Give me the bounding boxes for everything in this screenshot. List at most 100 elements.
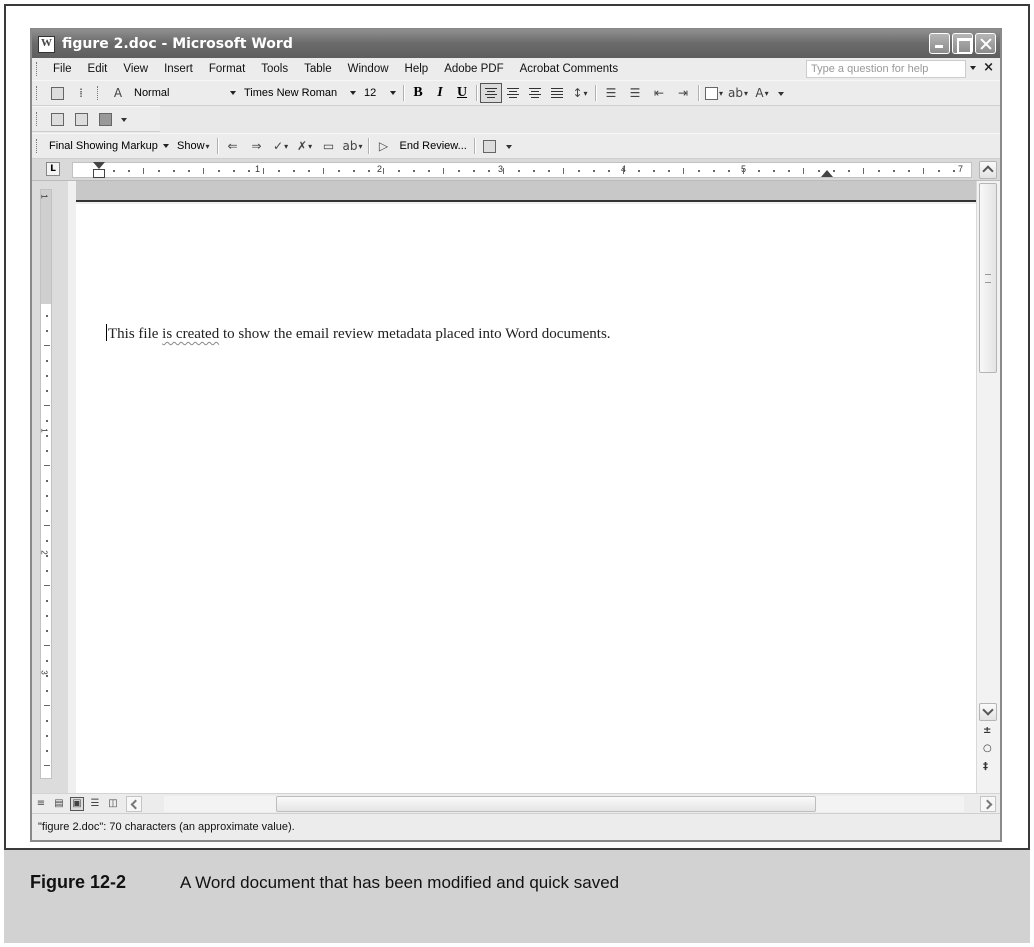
ruler-dot xyxy=(46,630,48,632)
track-changes-icon[interactable]: ab ▾ xyxy=(343,137,363,155)
minimize-button[interactable] xyxy=(929,33,950,54)
end-review-button[interactable]: End Review... xyxy=(396,140,471,152)
menu-edit[interactable]: Edit xyxy=(80,63,116,75)
numbering-icon[interactable]: ☰ xyxy=(602,84,620,102)
first-line-indent-marker[interactable] xyxy=(93,162,105,180)
select-browse-object-icon[interactable]: ○ xyxy=(983,743,992,754)
convert-and-email-icon[interactable] xyxy=(72,110,90,128)
title-bar[interactable]: figure 2.doc - Microsoft Word xyxy=(32,30,1000,58)
styles-formatting-icon[interactable]: A xyxy=(109,84,127,102)
decrease-indent-icon[interactable]: ⇤ xyxy=(650,84,668,102)
accept-change-icon[interactable]: ✓ ▾ xyxy=(272,137,290,155)
tab-selector[interactable]: L xyxy=(46,162,60,176)
ruler-dot xyxy=(46,435,48,437)
bullets-icon[interactable]: ☰ xyxy=(626,84,644,102)
menu-adobe-pdf[interactable]: Adobe PDF xyxy=(436,63,511,75)
show-menu-button[interactable]: Show▾ xyxy=(173,140,214,152)
justify-button[interactable] xyxy=(546,83,568,103)
font-select[interactable]: Times New Roman xyxy=(240,84,360,102)
style-select[interactable]: Normal xyxy=(130,84,240,102)
right-indent-marker[interactable] xyxy=(821,170,833,177)
convert-to-pdf-icon[interactable] xyxy=(48,110,66,128)
word-app-icon[interactable] xyxy=(38,35,55,53)
toolbar-separator xyxy=(473,138,475,154)
menu-window[interactable]: Window xyxy=(340,63,397,75)
reply-with-changes-icon[interactable] xyxy=(481,137,499,155)
toolbar-overflow-icon[interactable] xyxy=(777,88,785,98)
ruler-dot xyxy=(278,170,280,172)
insert-comment-icon[interactable]: ▭ xyxy=(320,137,338,155)
menu-table[interactable]: Table xyxy=(296,63,340,75)
toolbar-grip[interactable] xyxy=(97,86,101,100)
menu-file[interactable]: File xyxy=(45,63,80,75)
align-center-button[interactable] xyxy=(502,83,524,103)
borders-icon[interactable]: ▾ xyxy=(705,84,723,102)
previous-page-icon[interactable]: ± xyxy=(983,725,991,736)
increase-indent-icon[interactable]: ⇥ xyxy=(674,84,692,102)
scroll-left-button[interactable] xyxy=(126,795,142,812)
reading-layout-view-icon[interactable]: ◫ xyxy=(106,797,120,811)
menu-acrobat-comments[interactable]: Acrobat Comments xyxy=(512,63,626,75)
scroll-thumb[interactable] xyxy=(979,183,997,373)
align-left-button[interactable] xyxy=(480,83,502,103)
ruler-dot xyxy=(368,170,370,172)
font-size-select[interactable]: 12 xyxy=(360,84,400,102)
send-for-review-icon[interactable] xyxy=(96,110,114,128)
horizontal-ruler: L 1 2 3 4 5 7 xyxy=(32,159,1000,181)
font-color-icon[interactable]: A ▾ xyxy=(753,84,771,102)
ask-question-input[interactable]: Type a question for help xyxy=(806,60,966,78)
toolbar-grip[interactable] xyxy=(36,112,40,126)
document-paragraph[interactable]: This file is created to show the email r… xyxy=(106,324,611,343)
previous-change-icon[interactable]: ⇐ xyxy=(224,137,242,155)
grammar-flagged-text[interactable]: is created xyxy=(162,326,219,342)
toolbar-grip[interactable] xyxy=(36,62,40,76)
normal-view-icon[interactable]: ≡ xyxy=(34,797,48,811)
web-layout-view-icon[interactable]: ▤ xyxy=(52,797,66,811)
next-page-icon[interactable]: ‡ xyxy=(983,761,988,772)
reject-change-icon[interactable]: ✗ ▾ xyxy=(296,137,314,155)
toolbar-options-icon[interactable]: ⁞ xyxy=(72,84,90,102)
ruler-tick xyxy=(923,168,924,174)
highlight-icon[interactable]: ab ▾ xyxy=(728,84,748,102)
menu-format[interactable]: Format xyxy=(201,63,253,75)
line-spacing-icon[interactable]: ↕ ▾ xyxy=(571,84,589,102)
underline-button[interactable]: U xyxy=(451,85,473,101)
ruler-track[interactable]: 1 2 3 4 5 7 xyxy=(72,162,972,178)
ruler-dot xyxy=(158,170,160,172)
vertical-scrollbar[interactable]: ± ○ ‡ xyxy=(976,161,1000,793)
ruler-dot xyxy=(46,735,48,737)
toolbar-overflow-icon[interactable] xyxy=(120,114,128,124)
menu-tools[interactable]: Tools xyxy=(253,63,296,75)
horizontal-scroll-track[interactable] xyxy=(164,796,964,812)
scroll-right-button[interactable] xyxy=(980,796,996,812)
scroll-down-button[interactable] xyxy=(979,703,997,721)
reviewing-pane-icon[interactable]: ▷ xyxy=(375,137,393,155)
page-boundary xyxy=(76,181,976,202)
italic-button[interactable]: I xyxy=(429,85,451,101)
maximize-button[interactable] xyxy=(952,33,973,54)
ruler-dot xyxy=(398,170,400,172)
toolbar-grip[interactable] xyxy=(36,86,40,100)
document-page[interactable]: This file is created to show the email r… xyxy=(76,204,976,793)
horizontal-scroll-thumb[interactable] xyxy=(276,796,816,812)
outline-view-icon[interactable]: ☰ xyxy=(88,797,102,811)
vertical-ruler-track[interactable]: 1 1 2 3 xyxy=(40,189,52,779)
ruler-dot xyxy=(46,330,48,332)
scroll-up-button[interactable] xyxy=(979,161,997,179)
font-size-value: 12 xyxy=(364,87,377,99)
print-layout-view-icon[interactable]: ▣ xyxy=(70,796,84,811)
bold-button[interactable]: B xyxy=(407,85,429,101)
menu-help[interactable]: Help xyxy=(397,63,437,75)
display-for-review-select[interactable]: Final Showing Markup xyxy=(45,137,173,155)
next-change-icon[interactable]: ⇒ xyxy=(248,137,266,155)
close-button[interactable] xyxy=(975,33,996,54)
menu-view[interactable]: View xyxy=(115,63,156,75)
toolbar-grip[interactable] xyxy=(36,139,40,153)
ask-question-dropdown-icon[interactable] xyxy=(970,66,976,70)
toolbar-overflow-icon[interactable] xyxy=(505,141,513,151)
display-mode-value: Final Showing Markup xyxy=(49,140,158,152)
menu-insert[interactable]: Insert xyxy=(156,63,201,75)
close-document-button[interactable]: × xyxy=(983,60,994,75)
save-icon[interactable] xyxy=(48,84,66,102)
align-right-button[interactable] xyxy=(524,83,546,103)
